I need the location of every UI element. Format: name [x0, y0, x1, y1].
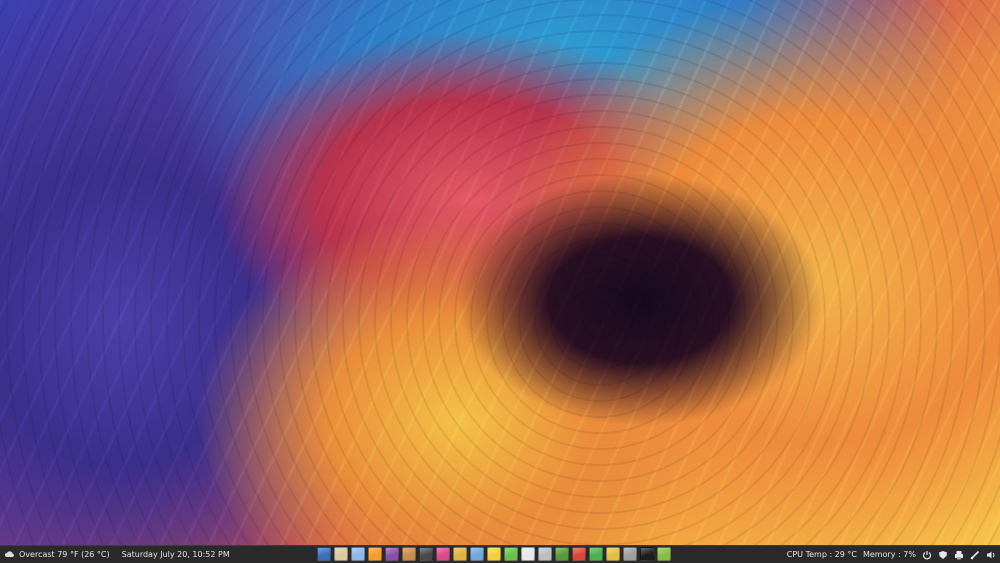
- launcher-terminal[interactable]: [640, 547, 654, 561]
- bottom-panel: Overcast 79 °F (26 °C) Saturday July 20,…: [0, 545, 1000, 563]
- shield-icon[interactable]: [938, 550, 948, 560]
- panel-left: Overcast 79 °F (26 °C) Saturday July 20,…: [0, 549, 304, 560]
- network-icon[interactable]: [970, 550, 980, 560]
- desktop-wallpaper: [0, 0, 1000, 545]
- launcher-camera[interactable]: [419, 547, 433, 561]
- dock: [317, 547, 671, 561]
- wallpaper-rings: [0, 0, 1000, 545]
- power-icon[interactable]: [922, 550, 932, 560]
- launcher-text-editor[interactable]: [334, 547, 348, 561]
- launcher-notes[interactable]: [487, 547, 501, 561]
- launcher-map[interactable]: [504, 547, 518, 561]
- printer-icon[interactable]: [954, 550, 964, 560]
- launcher-disks[interactable]: [623, 547, 637, 561]
- volume-icon[interactable]: [986, 550, 996, 560]
- cpu-temp[interactable]: CPU Temp : 29 °C: [787, 550, 857, 559]
- launcher-music[interactable]: [351, 547, 365, 561]
- clock[interactable]: Saturday July 20, 10:52 PM: [122, 550, 230, 559]
- launcher-calculator[interactable]: [538, 547, 552, 561]
- launcher-game[interactable]: [555, 547, 569, 561]
- launcher-settings[interactable]: [470, 547, 484, 561]
- launcher-writer[interactable]: [521, 547, 535, 561]
- panel-right: CPU Temp : 29 °C Memory : 7%: [787, 546, 996, 563]
- launcher-image-viewer[interactable]: [402, 547, 416, 561]
- launcher-files[interactable]: [317, 547, 331, 561]
- launcher-feed-reader[interactable]: [368, 547, 382, 561]
- launcher-system-monitor[interactable]: [606, 547, 620, 561]
- cloud-icon[interactable]: [4, 549, 15, 560]
- launcher-color-picker[interactable]: [436, 547, 450, 561]
- launcher-drawing[interactable]: [453, 547, 467, 561]
- launcher-mint-menu[interactable]: [657, 547, 671, 561]
- launcher-theme-tool[interactable]: [385, 547, 399, 561]
- memory-usage[interactable]: Memory : 7%: [863, 550, 916, 559]
- launcher-media[interactable]: [572, 547, 586, 561]
- launcher-software[interactable]: [589, 547, 603, 561]
- weather-text[interactable]: Overcast 79 °F (26 °C): [19, 550, 110, 559]
